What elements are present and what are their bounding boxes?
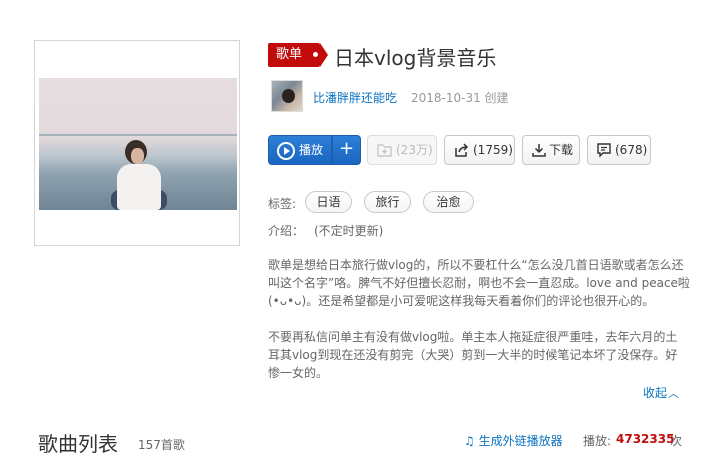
cover-person-face xyxy=(131,148,144,164)
playlist-cover-image[interactable] xyxy=(39,78,237,210)
comment-count: (678) xyxy=(615,143,648,157)
external-player-link[interactable]: ♫ 生成外链播放器 xyxy=(464,432,563,449)
play-button[interactable]: 播放 xyxy=(268,135,332,165)
cover-horizon xyxy=(39,134,237,136)
collapse-label: 收起 xyxy=(643,386,668,400)
music-note-icon: ♫ xyxy=(464,434,475,448)
comment-icon xyxy=(597,143,611,157)
cover-person-body xyxy=(117,164,161,210)
playlist-badge-label: 歌单 xyxy=(276,47,303,62)
tag-healing[interactable]: 治愈 xyxy=(423,191,474,213)
favorite-button[interactable]: (23万) xyxy=(367,135,437,165)
tags-label: 标签: xyxy=(268,197,297,211)
comment-button[interactable]: (678) xyxy=(587,135,651,165)
collapse-link[interactable]: 收起︿ xyxy=(643,384,679,401)
share-button[interactable]: (1759) xyxy=(444,135,515,165)
play-count-unit: 次 xyxy=(670,434,683,448)
description-line: 叫这个名字”咯。脾气不好但擅长忍耐，啊也不会一直忍成。love and peac… xyxy=(268,276,690,290)
share-count: (1759) xyxy=(473,143,513,157)
external-player-label: 生成外链播放器 xyxy=(478,434,563,448)
download-label: 下载 xyxy=(549,143,574,157)
description-line: (•ᴗ•ᴗ)。还是希望都是小可爱呢这样我每天看着你们的评论也很开心的。 xyxy=(268,294,655,308)
play-count-label: 播放: xyxy=(583,434,612,448)
song-count: 157首歌 xyxy=(138,438,185,452)
creator-avatar[interactable] xyxy=(271,80,303,112)
description-line: 耳其vlog到现在还没有剪完（大哭）剪到一大半的时候笔记本坏了没保存。好 xyxy=(268,348,678,362)
playlist-title: 日本vlog背景音乐 xyxy=(334,46,497,70)
playlist-badge: 歌单 xyxy=(268,43,328,67)
favorite-count: (23万) xyxy=(396,143,433,157)
playlist-cover-frame xyxy=(34,40,240,246)
description-line: 不要再私信问单主有没有做vlog啦。单主本人拖延症很严重哇，去年六月的土 xyxy=(268,330,678,344)
tag-travel[interactable]: 旅行 xyxy=(364,191,411,213)
intro-label: 介绍： xyxy=(268,224,305,238)
badge-dot-icon xyxy=(313,52,318,57)
creator-name-link[interactable]: 比潘胖胖还能吃 xyxy=(313,89,397,106)
songlist-title: 歌曲列表 xyxy=(38,432,118,456)
folder-plus-icon xyxy=(377,144,392,157)
download-button[interactable]: 下载 xyxy=(522,135,580,165)
description-line: 惨一女的。 xyxy=(268,366,329,380)
play-button-label: 播放 xyxy=(299,143,324,157)
tag-japanese[interactable]: 日语 xyxy=(305,191,352,213)
description-line: 歌单是想给日本旅行做vlog的，所以不要杠什么“怎么没几首日语歌或者怎么还 xyxy=(268,258,684,272)
download-icon xyxy=(532,144,546,157)
play-count-value: 4732335 xyxy=(616,432,675,446)
add-to-queue-button[interactable]: + xyxy=(332,135,361,165)
created-date: 2018-10-31 创建 xyxy=(411,91,509,105)
chevron-up-icon: ︿ xyxy=(668,387,680,400)
play-icon xyxy=(277,142,295,160)
intro-text: (不定时更新) xyxy=(314,224,384,238)
share-icon xyxy=(455,143,469,157)
